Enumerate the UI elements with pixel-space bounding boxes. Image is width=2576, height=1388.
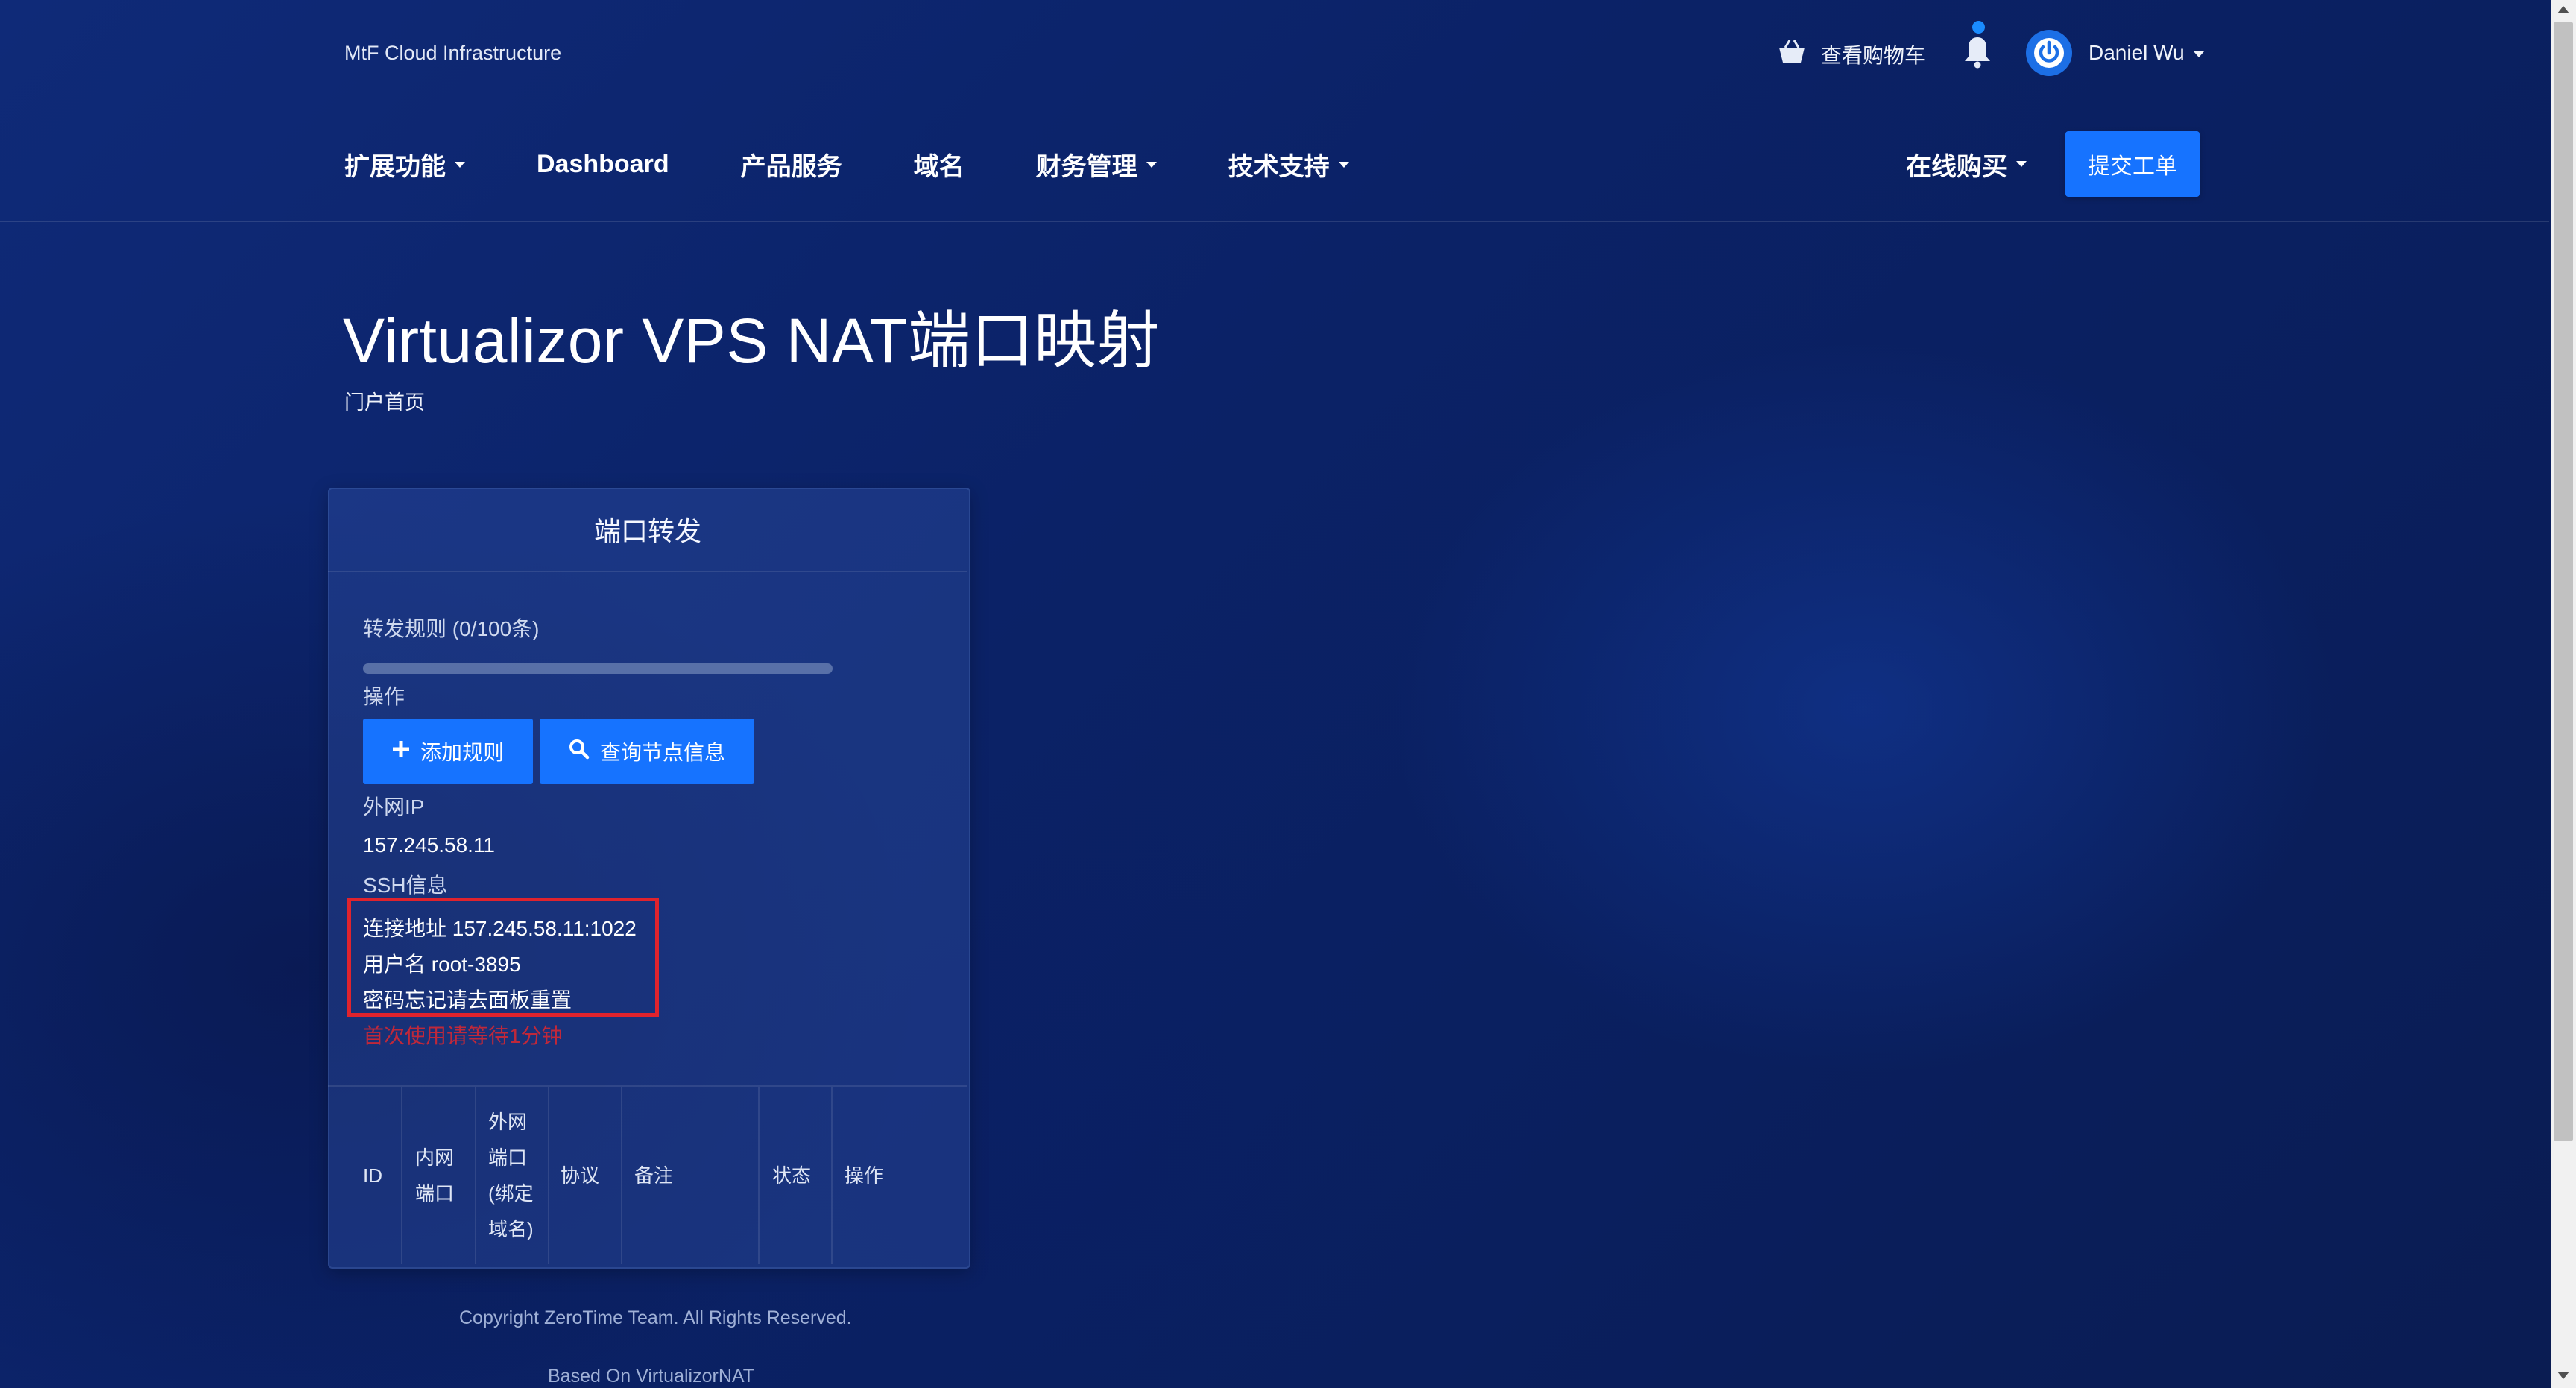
public-ip-value: 157.245.58.11: [363, 833, 495, 857]
header-line: 端口: [415, 1182, 455, 1205]
chevron-down-icon: [455, 161, 465, 168]
chevron-down-icon: [1338, 161, 1349, 168]
column-header-id: ID: [363, 1164, 382, 1187]
basket-icon: [1778, 39, 1806, 69]
chevron-down-icon: [2193, 51, 2204, 57]
column-divider: [831, 1087, 833, 1264]
ssh-address: 连接地址 157.245.58.11:1022: [363, 917, 637, 940]
card-title: 端口转发: [328, 488, 967, 572]
header-line: (绑定: [488, 1182, 534, 1205]
user-name: Daniel Wu: [2089, 41, 2204, 65]
view-cart-link[interactable]: 查看购物车: [1778, 39, 1925, 69]
column-header-action: 操作: [845, 1164, 884, 1187]
brand-name[interactable]: MtF Cloud Infrastructure: [344, 42, 561, 65]
page-title: Virtualizor VPS NAT端口映射: [343, 306, 1160, 376]
nav-item-domains[interactable]: 域名: [914, 146, 965, 183]
nav-item-extensions[interactable]: 扩展功能: [344, 146, 465, 183]
footer-copyright: Copyright ZeroTime Team. All Rights Rese…: [459, 1307, 852, 1328]
nav-item-services[interactable]: 产品服务: [741, 146, 842, 183]
search-icon: [569, 739, 590, 765]
column-header-internal-port: 内网 端口: [415, 1140, 454, 1211]
nav-divider: [0, 221, 2549, 222]
header-line: 域名): [488, 1218, 534, 1240]
scroll-down-arrow-icon[interactable]: [2557, 1370, 2570, 1384]
column-divider: [621, 1087, 622, 1264]
footer-based-on: Based On VirtualizorNAT: [548, 1366, 754, 1387]
nav-item-dashboard[interactable]: Dashboard: [537, 150, 669, 179]
header-line: 内网: [415, 1146, 455, 1169]
ssh-info-label: SSH信息: [363, 874, 448, 897]
column-header-remark: 备注: [634, 1164, 674, 1187]
ssh-password-note: 密码忘记请去面板重置: [363, 988, 572, 1012]
submit-ticket-button[interactable]: 提交工单: [2065, 131, 2200, 197]
table-header-divider: [328, 1085, 967, 1087]
column-header-status: 状态: [772, 1164, 812, 1187]
avatar: [2026, 30, 2072, 76]
rules-progress-bar: [363, 663, 833, 674]
chevron-down-icon: [2016, 161, 2027, 167]
chevron-down-icon: [1146, 161, 1157, 168]
view-cart-label: 查看购物车: [1821, 43, 1926, 67]
user-menu[interactable]: Daniel Wu: [2026, 30, 2204, 76]
main-nav: 扩展功能 Dashboard 产品服务 域名 财务管理 技术支持: [344, 146, 1349, 183]
first-use-warning: 首次使用请等待1分钟: [363, 1024, 563, 1047]
nav-right: 在线购买 提交工单: [1906, 131, 2200, 197]
breadcrumb-home[interactable]: 门户首页: [344, 386, 425, 415]
nav-item-billing[interactable]: 财务管理: [1036, 146, 1157, 183]
actions-label: 操作: [363, 685, 405, 708]
column-divider: [401, 1087, 402, 1264]
add-rule-label: 添加规则: [420, 741, 504, 764]
query-node-label: 查询节点信息: [599, 741, 725, 764]
column-header-protocol: 协议: [561, 1164, 600, 1187]
scroll-up-arrow-icon[interactable]: [2557, 4, 2570, 18]
rules-count-label: 转发规则 (0/100条): [363, 617, 540, 640]
add-rule-button[interactable]: 添加规则: [363, 719, 533, 784]
column-divider: [475, 1087, 476, 1264]
ssh-username: 用户名 root-3895: [363, 953, 521, 976]
column-header-external-port: 外网 端口 (绑定 域名): [488, 1104, 534, 1247]
column-divider: [548, 1087, 549, 1264]
plus-icon: [392, 739, 410, 763]
scrollbar-thumb[interactable]: [2554, 22, 2573, 1141]
bell-icon[interactable]: [1963, 34, 1992, 69]
header-line: 端口: [488, 1146, 528, 1169]
nav-item-buy-online[interactable]: 在线购买: [1906, 146, 2027, 183]
column-divider: [758, 1087, 760, 1264]
notification-badge: [1972, 21, 1985, 34]
public-ip-label: 外网IP: [363, 795, 425, 818]
nav-item-support[interactable]: 技术支持: [1228, 146, 1349, 183]
header-line: 外网: [488, 1111, 528, 1133]
query-node-button[interactable]: 查询节点信息: [540, 719, 754, 784]
